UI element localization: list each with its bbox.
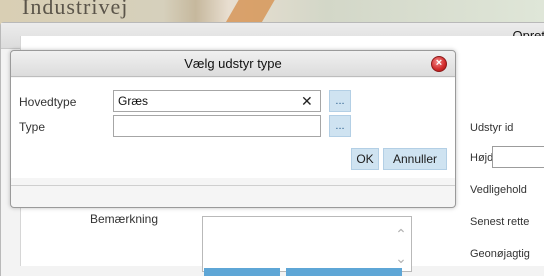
back-dialog-button-right[interactable]: [286, 268, 402, 276]
bemaerkning-textarea[interactable]: ⌃ ⌄: [202, 216, 412, 272]
type-browse-button[interactable]: ...: [329, 115, 351, 137]
hovedtype-browse-button[interactable]: ...: [329, 90, 351, 112]
vedligehold-label: Vedligehold: [470, 184, 527, 196]
senest-rettet-label: Senest rette: [470, 216, 530, 228]
type-label: Type: [19, 120, 46, 134]
dialog-footer-divider: [11, 185, 455, 186]
hovedtype-input[interactable]: [113, 90, 321, 112]
close-circle-icon[interactable]: ×: [431, 56, 447, 72]
type-input[interactable]: [113, 115, 321, 137]
geonojagtighed-label: Geonøjagtig: [470, 248, 530, 260]
map-street-label: Industrivej: [22, 0, 129, 19]
clear-icon[interactable]: ✕: [301, 90, 313, 112]
cancel-button[interactable]: Annuller: [383, 148, 447, 170]
back-dialog-button-left[interactable]: [204, 268, 280, 276]
udstyr-id-label: Udstyr id: [470, 122, 514, 134]
dialog-title-bar: Vælg udstyr type ×: [11, 51, 455, 77]
chevron-down-icon[interactable]: ⌄: [393, 251, 409, 265]
dialog-body: Hovedtype ✕ ... Type ... OK Annuller: [11, 78, 455, 178]
bemaerkning-label: Bemærkning: [90, 212, 159, 226]
hojde-input[interactable]: [492, 146, 544, 168]
ok-button[interactable]: OK: [351, 148, 379, 170]
chevron-up-icon[interactable]: ⌃: [393, 227, 409, 241]
select-equipment-type-dialog: Vælg udstyr type × Hovedtype ✕ ... Type …: [10, 50, 456, 208]
dialog-title: Vælg udstyr type: [184, 56, 282, 71]
hovedtype-label: Hovedtype: [19, 95, 77, 109]
